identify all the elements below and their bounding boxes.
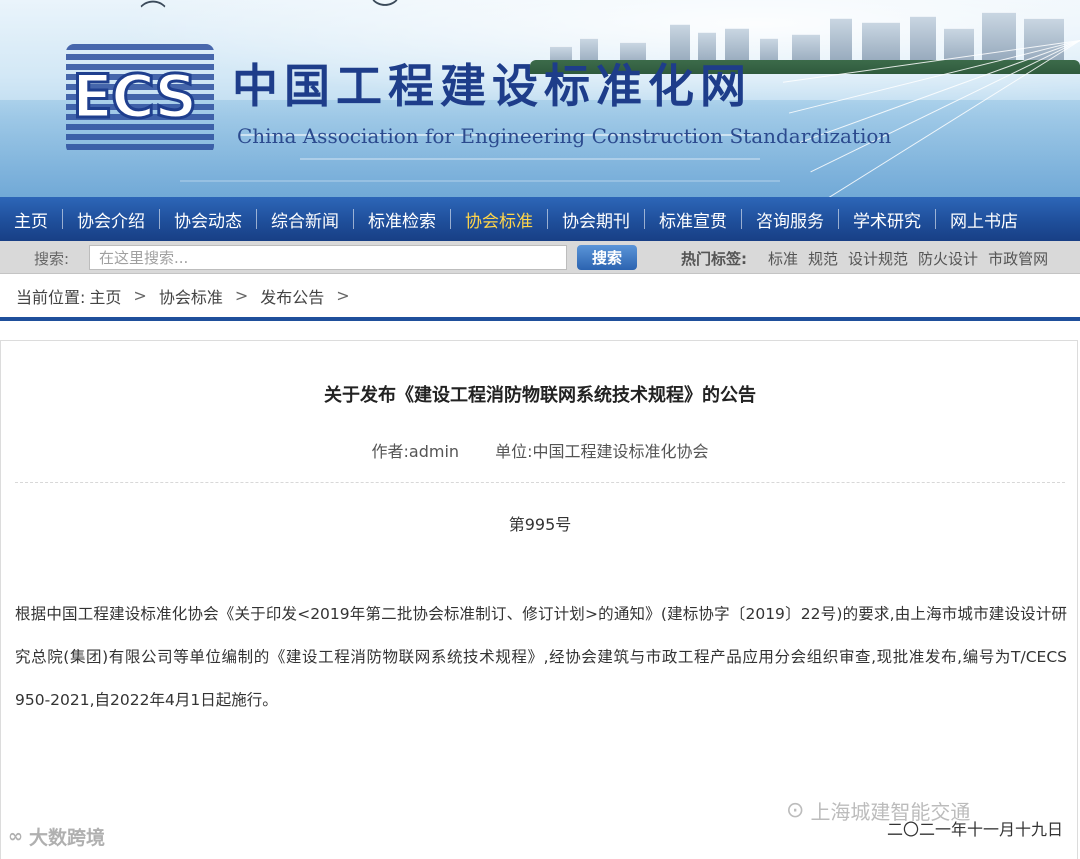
- nav-item-about[interactable]: 协会介绍: [77, 207, 145, 232]
- nav-separator: [353, 209, 354, 229]
- nav-separator: [935, 209, 936, 229]
- nav-separator: [741, 209, 742, 229]
- article-body: 根据中国工程建设标准化协会《关于印发<2019年第二批协会标准制订、修订计划>的…: [15, 605, 1067, 709]
- breadcrumb-prefix: 当前位置:: [16, 287, 86, 307]
- seagull-icon: ︶: [372, 0, 399, 28]
- main-nav: 主页 协会介绍 协会动态 综合新闻 标准检索 协会标准 协会期刊 标准宣贯 咨询…: [0, 197, 1080, 241]
- logo-text: ECS: [70, 61, 198, 134]
- hot-tag[interactable]: 市政管网: [988, 248, 1048, 269]
- site-subtitle: China Association for Engineering Constr…: [237, 124, 892, 148]
- hot-tag[interactable]: 防火设计: [918, 248, 978, 269]
- ecs-logo[interactable]: ECS: [66, 44, 214, 154]
- site-title: 中国工程建设标准化网: [232, 59, 752, 113]
- breadcrumb-separator: >: [234, 286, 249, 305]
- breadcrumb-separator: >: [336, 286, 350, 305]
- article-author: 作者:admin: [371, 442, 460, 461]
- breadcrumb-announcements[interactable]: 发布公告: [260, 284, 324, 308]
- breadcrumb-home[interactable]: 主页: [89, 284, 121, 308]
- nav-separator: [159, 209, 160, 229]
- watermark-left-text: 大数跨境: [29, 827, 106, 849]
- watermark-left: ∞ 大数跨境: [8, 823, 105, 850]
- document-number: 第995号: [508, 515, 572, 534]
- site-banner: ⌒ ︶ ECS 中国工程建设标准化网 China Association for…: [0, 0, 1080, 197]
- search-bar: 搜索: 搜索 热门标签: 标准 规范 设计规范 防火设计 市政管网: [0, 241, 1080, 274]
- nav-item-consulting[interactable]: 咨询服务: [756, 207, 824, 232]
- nav-separator: [256, 209, 257, 229]
- hot-tag[interactable]: 设计规范: [848, 248, 908, 269]
- nav-item-association-standards[interactable]: 协会标准: [465, 207, 533, 232]
- nav-item-home[interactable]: 主页: [14, 207, 48, 232]
- article-title: 关于发布《建设工程消防物联网系统技术规程》的公告: [324, 385, 756, 406]
- search-button[interactable]: 搜索: [577, 245, 637, 270]
- watermark-right: ⊙ 上海城建智能交通: [786, 796, 970, 825]
- hot-tag[interactable]: 标准: [768, 248, 798, 269]
- watermark-logo-icon: ∞: [8, 826, 23, 847]
- nav-item-promotion[interactable]: 标准宣贯: [659, 207, 727, 232]
- nav-item-general-news[interactable]: 综合新闻: [271, 207, 339, 232]
- hot-tags-label: 热门标签:: [681, 250, 747, 268]
- nav-item-news[interactable]: 协会动态: [174, 207, 242, 232]
- breadcrumb-separator: >: [133, 286, 147, 305]
- hot-tags-list: 标准 规范 设计规范 防火设计 市政管网: [768, 248, 1058, 269]
- nav-item-research[interactable]: 学术研究: [853, 207, 921, 232]
- banner-bridge: [782, 40, 1080, 197]
- seagull-icon: ⌒: [140, 0, 167, 30]
- article-unit: 单位:中国工程建设标准化协会: [495, 442, 709, 461]
- watermark-right-text: 上海城建智能交通: [810, 800, 971, 824]
- breadcrumb: 当前位置: 主页 > 协会标准 > 发布公告 >: [0, 274, 1080, 321]
- nav-separator: [838, 209, 839, 229]
- hot-tag[interactable]: 规范: [808, 248, 838, 269]
- nav-separator: [450, 209, 451, 229]
- search-input[interactable]: [89, 245, 567, 270]
- nav-separator: [644, 209, 645, 229]
- nav-item-journal[interactable]: 协会期刊: [562, 207, 630, 232]
- search-label: 搜索:: [34, 250, 70, 268]
- article: 关于发布《建设工程消防物联网系统技术规程》的公告 作者:admin 单位:中国工程…: [0, 340, 1078, 859]
- nav-separator: [62, 209, 63, 229]
- article-divider: [15, 482, 1065, 483]
- wechat-icon: ⊙: [786, 798, 805, 823]
- nav-separator: [547, 209, 548, 229]
- breadcrumb-association-standards[interactable]: 协会标准: [159, 284, 223, 308]
- nav-item-standard-search[interactable]: 标准检索: [368, 207, 436, 232]
- nav-item-bookstore[interactable]: 网上书店: [950, 207, 1018, 232]
- article-meta: 作者:admin 单位:中国工程建设标准化协会: [1, 438, 1079, 462]
